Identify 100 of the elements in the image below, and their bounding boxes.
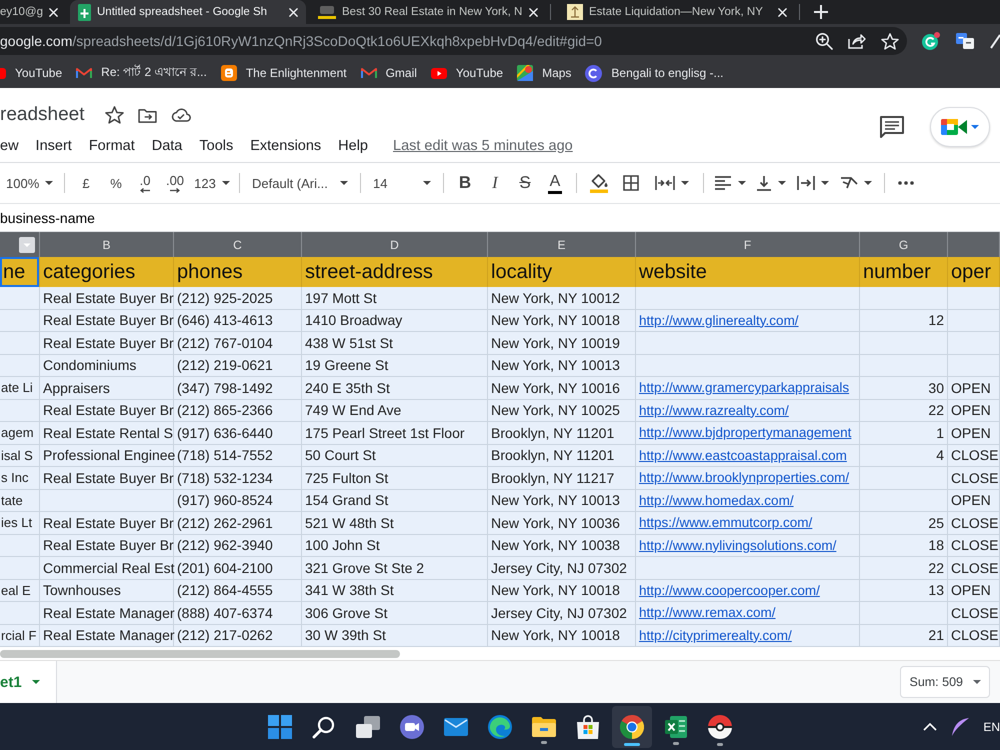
website-link[interactable]: http://cityprimerealty.com/ <box>639 628 792 643</box>
close-icon[interactable] <box>529 8 538 16</box>
address-bar[interactable]: google.com/spreadsheets/d/1Gj610RyW1nzQnRj3ScoDoQtk1o6UEXkqh8xpebHvDq4/edit#gid=0 <box>0 27 907 55</box>
website-link[interactable]: http://www.eastcoastappraisal.com <box>639 448 847 463</box>
map-icon <box>517 65 534 81</box>
menu-item[interactable]: Data <box>152 138 182 154</box>
bookmark[interactable]: YouTube <box>430 66 504 80</box>
website-link[interactable]: http://www.coopercooper.com/ <box>639 582 820 598</box>
percent-button[interactable]: % <box>101 169 131 197</box>
table-header-cell[interactable]: number <box>860 257 948 287</box>
column-header[interactable]: C <box>174 232 302 257</box>
browser-tab[interactable]: Untitled spreadsheet - Google Sh <box>70 0 306 24</box>
table-cell: 240 E 35th St <box>302 377 488 400</box>
search-icon <box>312 714 336 738</box>
decrease-decimal-button[interactable]: .0 <box>131 169 159 197</box>
bookmark[interactable]: Maps <box>517 65 572 81</box>
table-cell: New York, NY 10012 <box>488 287 636 310</box>
cloud-check-icon[interactable] <box>170 108 191 122</box>
table-header-cell[interactable]: locality <box>488 257 636 287</box>
taskbar-button[interactable] <box>612 706 652 748</box>
mail-icon <box>76 67 92 79</box>
menu-item[interactable]: Extensions <box>250 138 322 154</box>
plus-icon[interactable] <box>814 5 828 19</box>
table-header-cell[interactable]: website <box>636 257 860 287</box>
browser-tab[interactable]: ey10@g <box>0 0 64 24</box>
close-icon[interactable] <box>778 8 787 16</box>
font-size-select[interactable]: 14 <box>367 169 437 197</box>
feather-icon[interactable] <box>951 718 970 736</box>
column-header[interactable]: D <box>302 232 488 257</box>
menu-item[interactable]: Tools <box>199 138 234 154</box>
comment-icon[interactable] <box>880 116 904 138</box>
caret-icon <box>778 181 786 185</box>
table-cell: New York, NY 10018 <box>488 310 636 332</box>
browser-tab[interactable]: Best 30 Real Estate in New York, N <box>310 0 546 24</box>
meet-button[interactable] <box>930 107 990 147</box>
table-header-cell[interactable]: phones <box>174 257 302 287</box>
menu-item[interactable]: Format <box>88 138 135 154</box>
zoom-in-icon[interactable] <box>815 32 833 50</box>
sum-select[interactable]: Sum: 509 <box>900 666 990 698</box>
document-title[interactable]: readsheet <box>0 104 85 126</box>
table-cell: (718) 514-7552 <box>174 444 302 467</box>
chevron-up-icon[interactable] <box>923 722 938 730</box>
pencil-icon[interactable] <box>990 33 1000 49</box>
currency-button[interactable]: £ <box>71 169 101 197</box>
menu-item[interactable]: Help <box>338 138 368 154</box>
text-color-button[interactable]: A <box>540 169 570 197</box>
table-cell: Real Estate Manager <box>40 624 174 647</box>
website-link[interactable]: http://www.homedax.com/ <box>639 492 794 508</box>
video-camera-icon <box>941 117 967 137</box>
font-select[interactable]: Default (Ari... <box>246 169 354 197</box>
bookmark[interactable]: Gmail <box>360 66 417 80</box>
website-link[interactable]: http://www.bjdpropertymanagement <box>639 425 852 440</box>
share-icon[interactable] <box>848 33 866 49</box>
table-header-cell[interactable]: categories <box>40 257 174 287</box>
website-link[interactable]: https://www.emmutcorp.com/ <box>639 515 812 530</box>
bookmark[interactable]: The Enlightenment <box>220 65 347 81</box>
sheet-tab[interactable]: et1 <box>0 661 57 703</box>
website-link[interactable]: http://www.razrealty.com/ <box>639 402 789 418</box>
bookmark[interactable]: YouTube <box>0 66 62 80</box>
table-header-cell[interactable]: ne <box>0 257 40 287</box>
formula-input[interactable]: business-name <box>0 203 1000 232</box>
table-cell: isal S <box>0 444 40 467</box>
increase-decimal-button[interactable]: .00 <box>159 169 191 197</box>
last-edit-link[interactable]: Last edit was 5 minutes ago <box>393 138 573 154</box>
website-link[interactable]: http://www.gramercyparkappraisals <box>639 380 850 396</box>
star-icon[interactable] <box>104 106 124 124</box>
bookmark[interactable]: Bengali to englisg -... <box>585 64 724 82</box>
folder-move-icon[interactable] <box>138 108 157 122</box>
browser-tab[interactable]: Estate Liquidation—New York, NY <box>559 0 795 24</box>
caret-icon <box>864 181 872 185</box>
menu-item[interactable]: Insert <box>36 138 72 154</box>
language-indicator[interactable]: EN <box>983 720 1000 734</box>
column-header[interactable] <box>0 232 40 257</box>
close-icon[interactable] <box>49 8 58 16</box>
table-cell: (212) 865-2366 <box>174 400 302 422</box>
number-format-select[interactable]: 123 <box>191 169 233 197</box>
bold-button[interactable]: B <box>450 169 480 197</box>
circle-badge-icon[interactable] <box>922 32 940 50</box>
website-link[interactable]: http://www.nylivingsolutions.com/ <box>639 538 836 553</box>
menu-item[interactable]: ew <box>0 138 19 154</box>
website-link[interactable]: http://www.brooklynproperties.com/ <box>639 470 850 486</box>
table-cell: (212) 925-2025 <box>174 287 302 310</box>
empty-cell <box>0 602 40 624</box>
table-cell: Real Estate Buyer Br <box>40 534 174 557</box>
close-icon[interactable] <box>289 8 298 16</box>
italic-button[interactable]: I <box>480 169 510 197</box>
column-header[interactable]: G <box>860 232 948 257</box>
column-header[interactable]: F <box>636 232 860 257</box>
column-header[interactable]: B <box>40 232 174 257</box>
strikethrough-button[interactable]: S <box>510 169 540 197</box>
website-link[interactable]: http://www.glinerealty.com/ <box>639 312 799 328</box>
filter-icon[interactable] <box>19 236 35 252</box>
column-header[interactable]: E <box>488 232 636 257</box>
website-link[interactable]: http://www.remax.com/ <box>639 605 776 620</box>
table-header-cell[interactable]: oper <box>948 257 1000 287</box>
table-header-cell[interactable]: street-address <box>302 257 488 287</box>
overlapping-tiles-icon[interactable] <box>956 33 974 49</box>
zoom-select[interactable]: 100% <box>0 169 58 197</box>
bookmark[interactable]: Re: পার্ট 2 এখানে র... <box>76 63 207 83</box>
horizontal-scrollbar[interactable] <box>0 650 400 658</box>
